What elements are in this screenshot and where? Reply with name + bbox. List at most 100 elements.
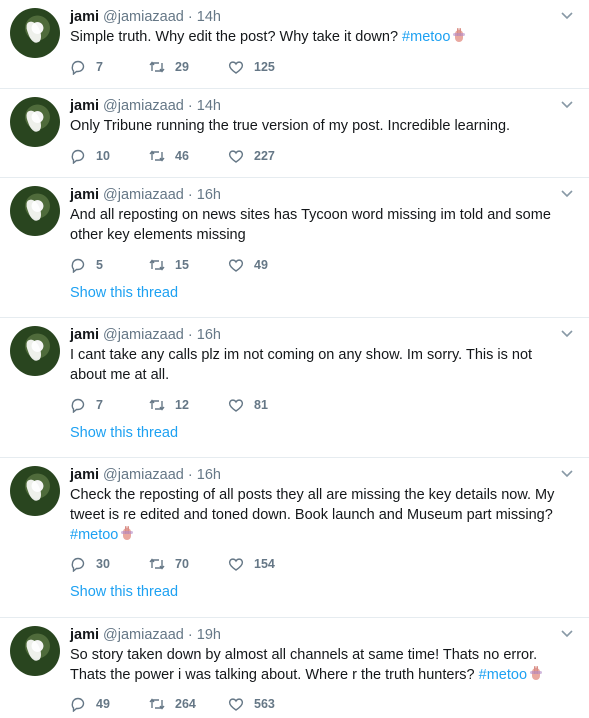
- tweet-actions: 5 15 49: [70, 255, 307, 275]
- retweet-icon: [149, 698, 165, 710]
- reply-icon: [71, 398, 85, 413]
- chevron-down-icon[interactable]: [561, 630, 573, 638]
- user-name[interactable]: jami: [70, 187, 99, 203]
- avatar[interactable]: [10, 626, 60, 676]
- like-count: 125: [254, 60, 275, 74]
- tweet-actions: 10 46 227: [70, 146, 307, 166]
- timestamp[interactable]: 16h: [197, 187, 221, 203]
- reply-icon: [71, 697, 85, 712]
- chevron-down-icon[interactable]: [561, 12, 573, 20]
- show-thread-link[interactable]: Show this thread: [70, 584, 178, 600]
- user-name[interactable]: jami: [70, 327, 99, 343]
- tweet-text: Only Tribune running the true version of…: [70, 116, 570, 136]
- chevron-down-icon[interactable]: [561, 470, 573, 478]
- reply-count: 30: [96, 557, 110, 571]
- timeline: jami @jamiazaad · 14h Simple truth. Why …: [0, 0, 589, 718]
- heart-icon: [228, 259, 244, 272]
- tweet-header: jami @jamiazaad · 16h: [70, 466, 221, 484]
- tweet-actions: 7 29 125: [70, 57, 307, 77]
- reply-button[interactable]: 7: [70, 397, 149, 413]
- tweet-body: I cant take any calls plz im not coming …: [70, 347, 533, 383]
- reply-count: 10: [96, 149, 110, 163]
- tweet[interactable]: jami @jamiazaad · 19h So story taken dow…: [0, 618, 589, 718]
- retweet-button[interactable]: 46: [149, 148, 228, 164]
- timestamp[interactable]: 16h: [197, 327, 221, 343]
- tweet-body: Simple truth. Why edit the post? Why tak…: [70, 29, 399, 45]
- timestamp[interactable]: 16h: [197, 467, 221, 483]
- user-name[interactable]: jami: [70, 9, 99, 25]
- avatar[interactable]: [10, 466, 60, 516]
- hashtag-link[interactable]: #metoo: [479, 667, 527, 683]
- user-name[interactable]: jami: [70, 98, 99, 114]
- like-button[interactable]: 49: [228, 257, 307, 273]
- timestamp[interactable]: 14h: [197, 9, 221, 25]
- chevron-down-icon[interactable]: [561, 190, 573, 198]
- tweet[interactable]: jami @jamiazaad · 14h Simple truth. Why …: [0, 0, 589, 89]
- retweet-icon: [149, 61, 165, 73]
- retweet-button[interactable]: 15: [149, 257, 228, 273]
- like-button[interactable]: 563: [228, 696, 307, 712]
- show-thread-link[interactable]: Show this thread: [70, 425, 178, 441]
- tweet[interactable]: jami @jamiazaad · 16h I cant take any ca…: [0, 318, 589, 458]
- reply-icon: [71, 60, 85, 75]
- avatar[interactable]: [10, 97, 60, 147]
- reply-icon: [71, 258, 85, 273]
- retweet-count: 46: [175, 149, 189, 163]
- reply-button[interactable]: 7: [70, 59, 149, 75]
- user-name[interactable]: jami: [70, 627, 99, 643]
- user-handle[interactable]: @jamiazaad: [103, 327, 184, 343]
- show-thread-link[interactable]: Show this thread: [70, 285, 178, 301]
- retweet-icon: [149, 259, 165, 271]
- user-handle[interactable]: @jamiazaad: [103, 98, 184, 114]
- reply-icon: [71, 149, 85, 164]
- avatar[interactable]: [10, 186, 60, 236]
- user-handle[interactable]: @jamiazaad: [103, 187, 184, 203]
- user-handle[interactable]: @jamiazaad: [103, 467, 184, 483]
- retweet-button[interactable]: 29: [149, 59, 228, 75]
- tweet[interactable]: jami @jamiazaad · 16h And all reposting …: [0, 178, 589, 318]
- retweet-button[interactable]: 70: [149, 556, 228, 572]
- tweet-text: Check the reposting of all posts they al…: [70, 485, 570, 545]
- retweet-icon: [149, 150, 165, 162]
- like-button[interactable]: 227: [228, 148, 307, 164]
- avatar[interactable]: [10, 8, 60, 58]
- tweet-body: So story taken down by almost all channe…: [70, 647, 538, 683]
- tweet-actions: 7 12 81: [70, 395, 307, 415]
- reply-button[interactable]: 30: [70, 556, 149, 572]
- separator: ·: [187, 467, 193, 483]
- reply-button[interactable]: 10: [70, 148, 149, 164]
- tweet[interactable]: jami @jamiazaad · 16h Check the repostin…: [0, 458, 589, 618]
- hashtag-link[interactable]: #metoo: [402, 29, 450, 45]
- like-count: 154: [254, 557, 275, 571]
- tweet-body: Only Tribune running the true version of…: [70, 118, 511, 134]
- raised-hand-emoji: [530, 666, 543, 680]
- retweet-button[interactable]: 264: [149, 696, 228, 712]
- reply-button[interactable]: 5: [70, 257, 149, 273]
- user-handle[interactable]: @jamiazaad: [103, 627, 184, 643]
- timestamp[interactable]: 19h: [197, 627, 221, 643]
- like-button[interactable]: 125: [228, 59, 307, 75]
- raised-hand-emoji: [453, 28, 466, 42]
- chevron-down-icon[interactable]: [561, 101, 573, 109]
- like-button[interactable]: 81: [228, 397, 307, 413]
- retweet-icon: [149, 399, 165, 411]
- reply-count: 7: [96, 60, 103, 74]
- user-handle[interactable]: @jamiazaad: [103, 9, 184, 25]
- tweet[interactable]: jami @jamiazaad · 14h Only Tribune runni…: [0, 89, 589, 178]
- like-button[interactable]: 154: [228, 556, 307, 572]
- reply-count: 5: [96, 258, 103, 272]
- retweet-icon: [149, 558, 165, 570]
- tweet-header: jami @jamiazaad · 14h: [70, 97, 221, 115]
- retweet-count: 15: [175, 258, 189, 272]
- reply-button[interactable]: 49: [70, 696, 149, 712]
- user-name[interactable]: jami: [70, 467, 99, 483]
- avatar[interactable]: [10, 326, 60, 376]
- tweet-actions: 49 264 563: [70, 694, 307, 714]
- timestamp[interactable]: 14h: [197, 98, 221, 114]
- hashtag-link[interactable]: #metoo: [70, 527, 118, 543]
- chevron-down-icon[interactable]: [561, 330, 573, 338]
- heart-icon: [228, 150, 244, 163]
- tweet-header: jami @jamiazaad · 14h: [70, 8, 221, 26]
- separator: ·: [187, 627, 193, 643]
- retweet-button[interactable]: 12: [149, 397, 228, 413]
